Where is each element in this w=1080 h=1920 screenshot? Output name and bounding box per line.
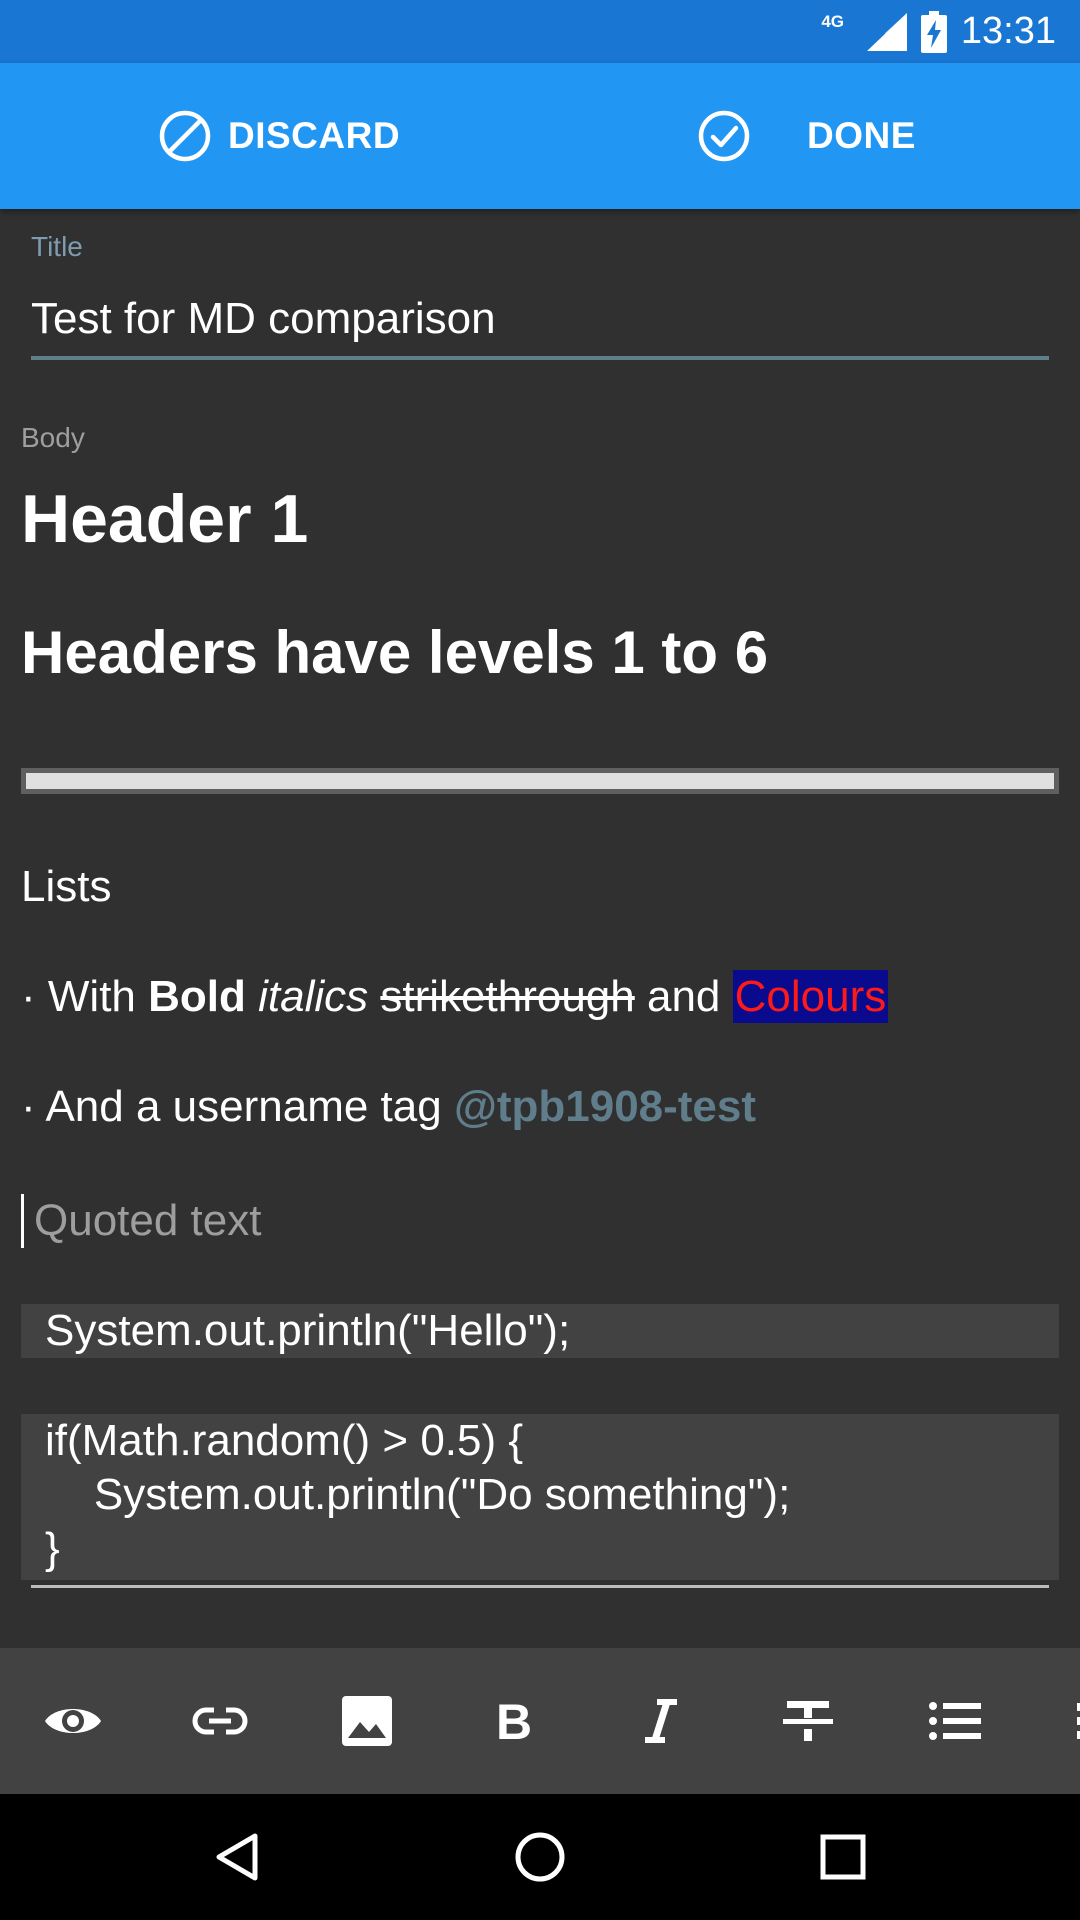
username-mention[interactable]: @tpb1908-test xyxy=(454,1082,756,1131)
lists-heading: Lists xyxy=(21,862,112,911)
discard-icon xyxy=(159,110,211,162)
done-label: DONE xyxy=(807,115,916,156)
preview-button[interactable] xyxy=(18,1648,128,1794)
code-block: if(Math.random() > 0.5) { System.out.pri… xyxy=(21,1414,1059,1580)
status-icons: 13:31 xyxy=(866,0,1056,63)
title-input[interactable]: Test for MD comparison xyxy=(31,282,1049,360)
strikethrough-button[interactable] xyxy=(753,1648,863,1794)
title-label: Title xyxy=(31,231,83,262)
action-bar: DISCARD DONE xyxy=(0,63,1080,209)
italic-icon xyxy=(645,1699,677,1743)
done-button[interactable]: DONE xyxy=(697,63,916,209)
list-item-text: And a username tag xyxy=(45,1082,454,1131)
link-button[interactable] xyxy=(165,1648,275,1794)
recents-button[interactable] xyxy=(783,1794,903,1920)
eye-icon xyxy=(45,1709,101,1733)
numbered-list-button[interactable] xyxy=(1030,1648,1080,1794)
body-label: Body xyxy=(21,422,85,453)
bullet: · xyxy=(21,972,48,1021)
navigation-bar xyxy=(0,1794,1080,1920)
back-button[interactable] xyxy=(177,1794,297,1920)
back-icon xyxy=(216,1833,258,1881)
bullet: · xyxy=(21,1082,46,1131)
header-2: Headers have levels 1 to 6 xyxy=(21,619,769,686)
bold-icon: B xyxy=(496,1699,532,1743)
home-button[interactable] xyxy=(480,1794,600,1920)
italic-text: italics xyxy=(258,972,369,1021)
bulleted-list-button[interactable] xyxy=(900,1648,1010,1794)
horizontal-rule xyxy=(21,768,1059,794)
bold-text: Bold xyxy=(148,972,246,1021)
formatting-toolbar: B xyxy=(0,1648,1080,1794)
battery-charging-icon xyxy=(920,10,947,53)
image-button[interactable] xyxy=(312,1648,422,1794)
bold-button[interactable]: B xyxy=(459,1648,569,1794)
body-underline xyxy=(31,1585,1049,1588)
inline-code: System.out.println("Hello"); xyxy=(21,1304,1059,1358)
discard-button[interactable]: DISCARD xyxy=(158,63,400,209)
italic-button[interactable] xyxy=(606,1648,716,1794)
status-bar: 4G 13:31 xyxy=(0,0,1080,63)
coloured-text: Colours xyxy=(732,970,889,1023)
link-icon xyxy=(192,1707,248,1735)
svg-text:B: B xyxy=(496,1699,532,1743)
header-1: Header 1 xyxy=(21,481,309,557)
strikethrough-text: strikethrough xyxy=(380,972,635,1021)
bulleted-list-icon xyxy=(929,1702,981,1740)
list-item: · And a username tag @tpb1908-test xyxy=(21,1082,756,1132)
image-icon xyxy=(342,1696,392,1746)
list-item: · With Bold italics strikethrough and Co… xyxy=(21,970,889,1023)
discard-label: DISCARD xyxy=(228,115,401,156)
connector-text: and xyxy=(634,972,733,1021)
recents-icon xyxy=(820,1834,866,1880)
strikethrough-icon xyxy=(783,1701,833,1741)
check-circle-icon xyxy=(698,110,750,162)
signal-icon xyxy=(866,12,907,51)
home-icon xyxy=(515,1832,565,1882)
list-item-text: With xyxy=(47,972,149,1021)
network-type-label: 4G xyxy=(821,12,844,31)
quoted-text: Quoted text xyxy=(21,1194,261,1248)
status-clock: 13:31 xyxy=(960,10,1056,52)
numbered-list-icon xyxy=(1077,1703,1080,1739)
